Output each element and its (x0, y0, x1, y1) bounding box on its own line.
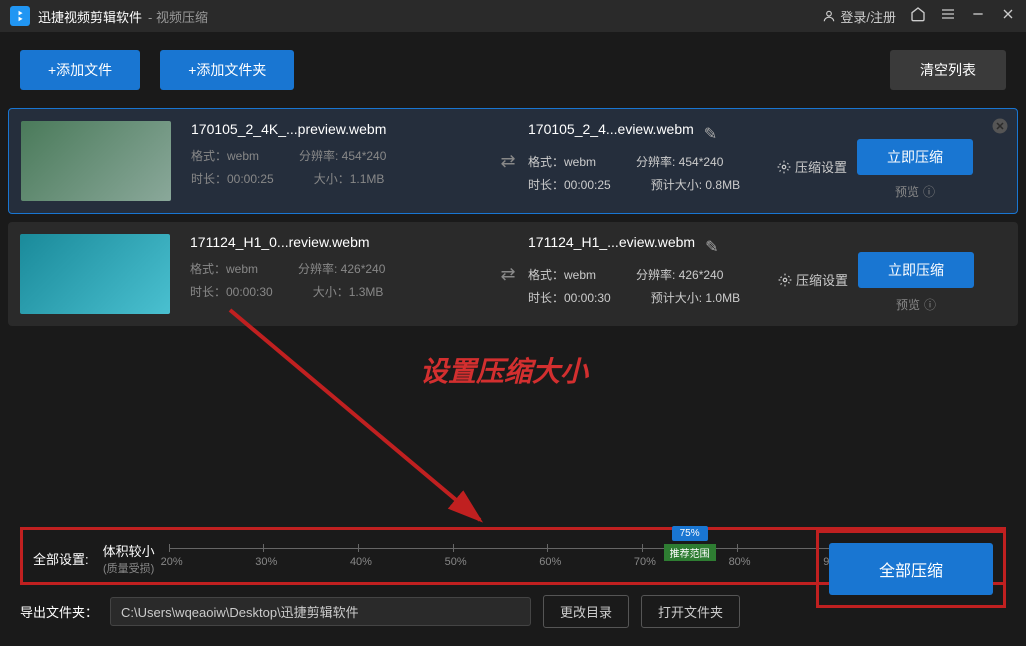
app-title: 迅捷视频剪辑软件 (38, 7, 142, 26)
output-duration: 时长：00:00:30 (528, 289, 611, 306)
output-row: 导出文件夹： 更改目录 打开文件夹 (20, 595, 740, 628)
slider-min-label: 体积较小 (质量受损) (103, 541, 155, 576)
app-subtitle: - 视频压缩 (148, 7, 208, 26)
app-logo-icon (10, 6, 30, 26)
close-icon[interactable] (1000, 6, 1016, 27)
output-path-input[interactable] (110, 597, 531, 626)
titlebar: 迅捷视频剪辑软件 - 视频压缩 登录/注册 (0, 0, 1026, 32)
add-file-button[interactable]: +添加文件 (20, 50, 140, 90)
output-format: 格式：webm (528, 266, 596, 283)
annotation-text: 设置压缩大小 (420, 350, 588, 390)
compress-settings-link[interactable]: 压缩设置 (777, 157, 847, 176)
compress-button[interactable]: 立即压缩 (857, 139, 973, 175)
input-filename: 170105_2_4K_...preview.webm (191, 121, 488, 137)
swap-icon: ⇄ (488, 234, 528, 314)
output-resolution: 分辨率: 454*240 (636, 153, 723, 170)
file-item[interactable]: 170105_2_4K_...preview.webm 格式：webm 分辨率:… (8, 108, 1018, 214)
compress-settings-link[interactable]: 压缩设置 (778, 270, 848, 289)
compress-button[interactable]: 立即压缩 (858, 252, 974, 288)
edit-icon[interactable]: ✎ (704, 124, 717, 144)
output-resolution: 分辨率: 426*240 (636, 266, 723, 283)
change-dir-button[interactable]: 更改目录 (543, 595, 629, 628)
remove-item-icon[interactable] (991, 117, 1009, 140)
slider-ticks: 20% 30% 40% 50% 60% 70% 80% 90% 100% (169, 544, 927, 552)
output-size: 预计大小: 0.8MB (651, 176, 740, 193)
input-format: 格式：webm (190, 260, 258, 277)
input-resolution: 分辨率: 426*240 (298, 260, 385, 277)
preview-link[interactable]: 预览 ⓘ (895, 183, 935, 200)
preview-link[interactable]: 预览 ⓘ (896, 296, 936, 313)
input-format: 格式：webm (191, 147, 259, 164)
menu-icon[interactable] (940, 6, 956, 27)
file-list: 170105_2_4K_...preview.webm 格式：webm 分辨率:… (0, 108, 1026, 326)
slider-label: 全部设置: (33, 549, 89, 568)
slider-track[interactable]: 75% 推荐范围 20% 30% 40% 50% 60% 70% 80% 90%… (169, 540, 927, 576)
input-size: 大小：1.1MB (314, 170, 385, 187)
home-icon[interactable] (910, 6, 926, 27)
compress-all-button[interactable]: 全部压缩 (829, 543, 993, 595)
login-button[interactable]: 登录/注册 (822, 7, 896, 26)
swap-icon: ⇄ (488, 121, 528, 201)
input-size: 大小：1.3MB (313, 283, 384, 300)
video-thumbnail (21, 121, 171, 201)
output-size: 预计大小: 1.0MB (651, 289, 740, 306)
video-thumbnail (20, 234, 170, 314)
input-duration: 时长：00:00:25 (191, 170, 274, 187)
edit-icon[interactable]: ✎ (705, 237, 718, 257)
open-dir-button[interactable]: 打开文件夹 (641, 595, 740, 628)
output-format: 格式：webm (528, 153, 596, 170)
toolbar: +添加文件 +添加文件夹 清空列表 (0, 32, 1026, 108)
output-label: 导出文件夹： (20, 602, 98, 621)
output-filename: 171124_H1_...eview.webm (528, 234, 695, 250)
compress-all-highlight: 全部压缩 (816, 530, 1006, 608)
output-filename: 170105_2_4...eview.webm (528, 121, 694, 137)
add-folder-button[interactable]: +添加文件夹 (160, 50, 294, 90)
minimize-icon[interactable] (970, 6, 986, 27)
input-filename: 171124_H1_0...review.webm (190, 234, 488, 250)
annotation-arrow (210, 300, 510, 540)
output-duration: 时长：00:00:25 (528, 176, 611, 193)
input-duration: 时长：00:00:30 (190, 283, 273, 300)
file-item[interactable]: 171124_H1_0...review.webm 格式：webm 分辨率: 4… (8, 222, 1018, 326)
slider-value-badge: 75% (672, 526, 708, 541)
clear-list-button[interactable]: 清空列表 (890, 50, 1006, 90)
input-resolution: 分辨率: 454*240 (299, 147, 386, 164)
